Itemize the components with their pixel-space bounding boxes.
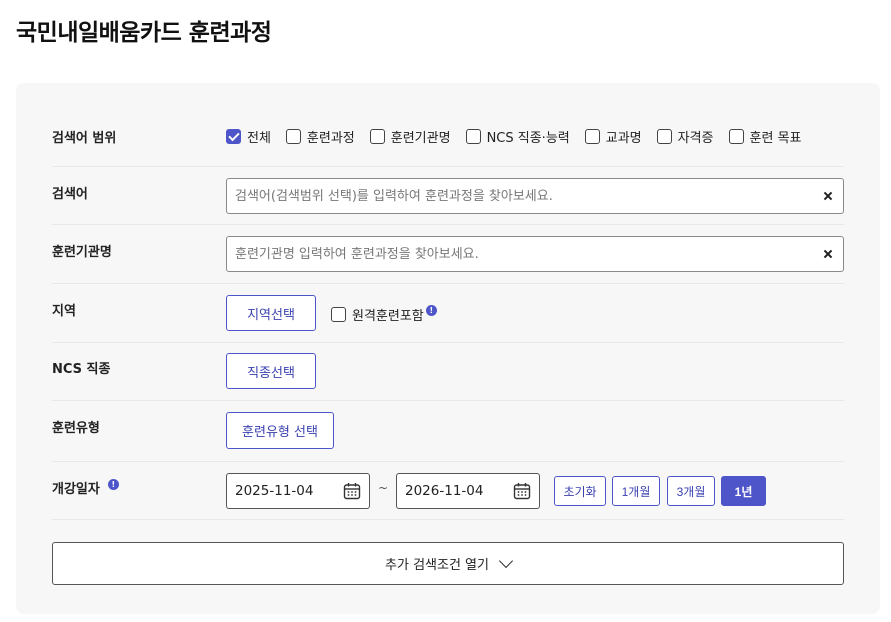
scope-option-label: NCS 직종·능력 [486,131,570,146]
scope-option-institution[interactable]: 훈련기관명 [369,127,451,146]
scope-option-label: 훈련기관명 [390,131,451,146]
scope-option-label: 자격증 [677,131,714,146]
checkbox-institution[interactable] [369,129,385,144]
keyword-field[interactable] [226,178,844,214]
chevron-down-icon [498,553,514,569]
checkbox-certificate[interactable] [656,129,672,144]
scope-option-goal[interactable]: 훈련 목표 [728,127,802,146]
institution-label: 훈련기관명 [52,245,112,260]
scope-option-ncs[interactable]: NCS 직종·능력 [465,127,570,146]
ncs-row: NCS 직종 [52,343,844,401]
start-date-field[interactable]: 2025-11-04 [226,473,370,509]
clear-icon[interactable] [821,189,835,203]
info-icon[interactable]: ! [425,305,437,316]
checkbox-remote[interactable] [331,307,346,322]
checkbox-ncs[interactable] [465,129,481,144]
info-icon[interactable]: ! [107,479,119,490]
search-panel: 검색어 범위 전체 훈련과정 훈련기관명 NCS 직종·능력 교과명 자격증 훈… [16,83,880,614]
page-title: 국민내일배움카드 훈련과정 [16,20,272,46]
scope-option-label: 교과명 [605,131,642,146]
date-3month-button[interactable]: 3개월 [667,476,715,506]
scope-option-label: 훈련 목표 [749,131,802,146]
region-row: 지역 [52,284,844,343]
scope-option-label: 전체 [247,131,271,146]
remote-training-label: 원격훈련포함 [352,309,424,324]
ncs-label: NCS 직종 [52,362,111,377]
more-filters-label: 추가 검색조건 열기 [385,558,489,573]
open-date-label-text: 개강일자 [52,482,100,497]
scope-option-course[interactable]: 훈련과정 [285,127,355,146]
open-date-label: 개강일자 ! [52,478,119,497]
date-1year-button[interactable]: 1년 [721,476,766,506]
date-1month-button[interactable]: 1개월 [612,476,660,506]
institution-input[interactable] [235,246,821,262]
checkbox-subject[interactable] [584,129,600,144]
scope-option-label: 훈련과정 [306,131,355,146]
training-type-label: 훈련유형 [52,421,100,436]
search-scope-options: 전체 훈련과정 훈련기관명 NCS 직종·능력 교과명 자격증 훈련 목표 [226,127,817,146]
region-label: 지역 [52,304,76,319]
scope-option-subject[interactable]: 교과명 [584,127,642,146]
start-date-value[interactable]: 2025-11-04 [235,483,313,499]
checkbox-course[interactable] [285,129,301,144]
scope-option-all[interactable]: 전체 [226,127,271,146]
keyword-label: 검색어 [52,187,88,202]
calendar-icon[interactable] [513,482,531,500]
training-type-row: 훈련유형 [52,401,844,462]
keyword-input[interactable] [235,188,821,204]
clear-icon[interactable] [821,247,835,261]
end-date-value[interactable]: 2026-11-04 [405,483,483,499]
checkbox-goal[interactable] [728,129,744,144]
more-filters-button[interactable]: 추가 검색조건 열기 [52,542,844,585]
date-reset-button[interactable]: 초기화 [554,476,606,506]
end-date-field[interactable]: 2026-11-04 [396,473,540,509]
remote-training-option[interactable]: 원격훈련포함 ! [331,305,437,324]
scope-option-certificate[interactable]: 자격증 [656,127,714,146]
training-type-select-button[interactable]: 훈련유형 선택 [226,412,334,449]
ncs-select-button[interactable]: 직종선택 [226,353,316,389]
search-scope-label: 검색어 범위 [52,131,117,146]
date-range-separator: ~ [378,481,389,495]
calendar-icon[interactable] [343,482,361,500]
region-select-button[interactable]: 지역선택 [226,295,316,331]
institution-field[interactable] [226,236,844,272]
checkbox-all[interactable] [226,129,241,144]
